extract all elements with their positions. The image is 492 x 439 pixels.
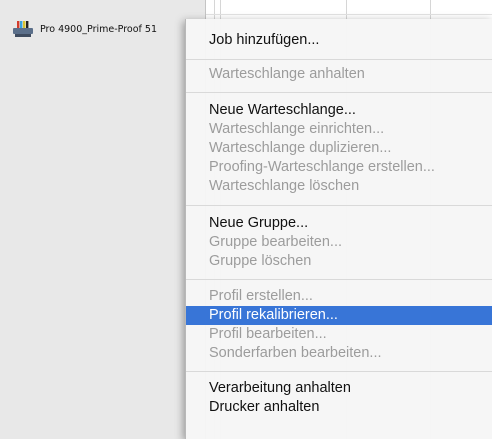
menu-item-sonderfarben-bearbeiten[interactable]: Sonderfarben bearbeiten...: [186, 344, 492, 363]
row-divider: [206, 14, 492, 15]
menu-item-label: Proofing-Warteschlange erstellen...: [209, 159, 435, 175]
menu-item-profil-rekalibrieren[interactable]: Profil rekalibrieren...: [186, 306, 492, 325]
printer-sidebar: Pro 4900_Prime-Proof 51: [0, 0, 206, 439]
printer-list-item[interactable]: Pro 4900_Prime-Proof 51: [0, 16, 205, 38]
menu-item-label: Warteschlange löschen: [209, 178, 360, 194]
menu-item-profil-erstellen[interactable]: Profil erstellen...: [186, 287, 492, 306]
menu-separator: [186, 371, 492, 372]
menu-item-label: Neue Gruppe...: [209, 215, 309, 231]
menu-separator: [186, 205, 492, 206]
menu-item-label: Neue Warteschlange...: [209, 102, 356, 118]
printer-icon: [12, 21, 34, 38]
menu-item-warteschlange-einrichten[interactable]: Warteschlange einrichten...: [186, 120, 492, 139]
menu-item-gruppe-loeschen[interactable]: Gruppe löschen: [186, 252, 492, 271]
menu-item-label: Profil rekalibrieren...: [209, 307, 338, 323]
menu-item-warteschlange-anhalten[interactable]: Warteschlange anhalten: [186, 65, 492, 84]
menu-item-label: Warteschlange duplizieren...: [209, 140, 392, 156]
menu-item-verarbeitung-anhalten[interactable]: Verarbeitung anhalten: [186, 379, 492, 398]
menu-item-job-hinzufuegen[interactable]: Job hinzufügen...: [186, 31, 492, 50]
menu-separator: [186, 59, 492, 60]
menu-item-warteschlange-duplizieren[interactable]: Warteschlange duplizieren...: [186, 139, 492, 158]
menu-item-warteschlange-loeschen[interactable]: Warteschlange löschen: [186, 177, 492, 196]
menu-item-label: Warteschlange anhalten: [209, 66, 365, 82]
menu-item-label: Gruppe löschen: [209, 253, 312, 269]
menu-item-label: Drucker anhalten: [209, 399, 320, 415]
menu-item-gruppe-bearbeiten[interactable]: Gruppe bearbeiten...: [186, 233, 492, 252]
menu-separator: [186, 279, 492, 280]
menu-item-label: Profil bearbeiten...: [209, 326, 327, 342]
menu-item-proofing-warteschlange-erstellen[interactable]: Proofing-Warteschlange erstellen...: [186, 158, 492, 177]
menu-item-label: Verarbeitung anhalten: [209, 380, 351, 396]
printer-name: Pro 4900_Prime-Proof 51: [40, 24, 157, 35]
menu-item-label: Profil erstellen...: [209, 288, 313, 304]
menu-item-label: Gruppe bearbeiten...: [209, 234, 343, 250]
menu-item-neue-warteschlange[interactable]: Neue Warteschlange...: [186, 101, 492, 120]
context-menu: Job hinzufügen... Warteschlange anhalten…: [185, 19, 492, 439]
menu-item-drucker-anhalten[interactable]: Drucker anhalten: [186, 398, 492, 417]
menu-item-label: Sonderfarben bearbeiten...: [209, 345, 382, 361]
menu-separator: [186, 92, 492, 93]
menu-item-neue-gruppe[interactable]: Neue Gruppe...: [186, 214, 492, 233]
menu-item-label: Warteschlange einrichten...: [209, 121, 385, 137]
menu-item-profil-bearbeiten[interactable]: Profil bearbeiten...: [186, 325, 492, 344]
menu-item-label: Job hinzufügen...: [209, 32, 320, 48]
